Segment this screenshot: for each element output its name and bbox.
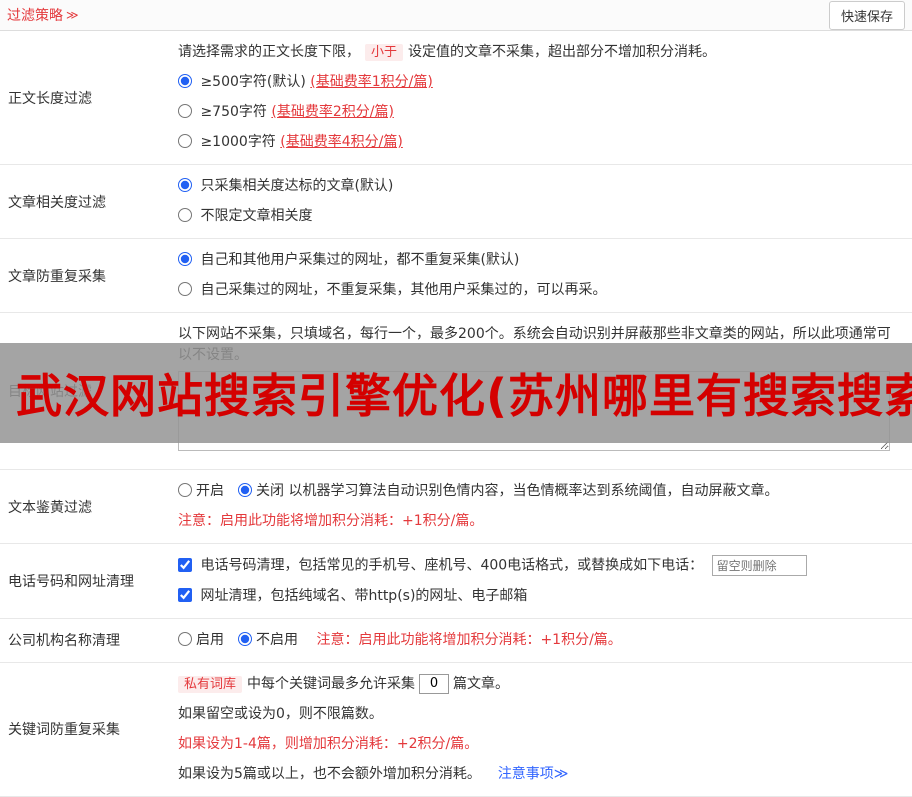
radio-500-chars[interactable] <box>178 74 192 88</box>
chevron-expand-icon[interactable]: ≫ <box>66 8 79 22</box>
relevance-option-strict[interactable]: 只采集相关度达标的文章(默认) <box>178 176 904 197</box>
porn-option-on[interactable]: 开启 <box>178 483 224 499</box>
row-relevance-filter: 文章相关度过滤 只采集相关度达标的文章(默认) 不限定文章相关度 <box>0 165 912 239</box>
rate-note-link[interactable]: (基础费率2积分/篇) <box>271 104 394 120</box>
dedup-option-all-users[interactable]: 自己和其他用户采集过的网址，都不重复采集(默认) <box>178 250 904 271</box>
relevance-filter-label: 文章相关度过滤 <box>0 165 178 238</box>
keyword-dedup-line4: 如果设为5篇或以上，也不会额外增加积分消耗。 注意事项≫ <box>178 764 904 785</box>
option-label: 自己采集过的网址，不重复采集，其他用户采集过的，可以再采。 <box>200 282 606 298</box>
length-option-1000[interactable]: ≥1000字符 (基础费率4积分/篇) <box>178 132 904 153</box>
company-cleanup-note: 注意：启用此功能将增加积分消耗：+1积分/篇。 <box>316 632 621 648</box>
row-length-filter: 正文长度过滤 请选择需求的正文长度下限， 小于设定值的文章不采集，超出部分不增加积… <box>0 31 912 165</box>
dedup-option-self-only[interactable]: 自己采集过的网址，不重复采集，其他用户采集过的，可以再采。 <box>178 280 904 301</box>
relevance-option-any[interactable]: 不限定文章相关度 <box>178 206 904 227</box>
porn-filter-options: 开启 关闭 以机器学习算法自动识别色情内容，当色情概率达到系统阈值，自动屏蔽文章。 <box>178 481 904 502</box>
radio-dedup-all-users[interactable] <box>178 252 192 266</box>
length-filter-desc: 请选择需求的正文长度下限， 小于设定值的文章不采集，超出部分不增加积分消耗。 <box>178 42 904 63</box>
option-label: 启用 <box>196 632 224 648</box>
rate-note-link[interactable]: (基础费率4积分/篇) <box>280 134 403 150</box>
radio-company-on[interactable] <box>178 632 192 646</box>
length-option-500[interactable]: ≥500字符(默认) (基础费率1积分/篇) <box>178 72 904 93</box>
rate-note-link[interactable]: (基础费率1积分/篇) <box>310 74 433 90</box>
option-label: 网址清理，包括纯域名、带http(s)的网址、电子邮箱 <box>200 588 527 604</box>
radio-dedup-self-only[interactable] <box>178 282 192 296</box>
max-articles-input[interactable] <box>419 674 449 694</box>
length-option-750[interactable]: ≥750字符 (基础费率2积分/篇) <box>178 102 904 123</box>
line1-end: 篇文章。 <box>453 676 509 692</box>
line1-mid: 中每个关键词最多允许采集 <box>247 676 415 692</box>
option-label: 只采集相关度达标的文章(默认) <box>200 178 393 194</box>
row-company-cleanup: 公司机构名称清理 启用 不启用 注意：启用此功能将增加积分消耗：+1积分/篇。 <box>0 619 912 663</box>
page-title[interactable]: 过滤策略 ≫ <box>7 5 79 25</box>
replacement-phone-input[interactable] <box>712 555 807 576</box>
keyword-dedup-line1: 私有词库中每个关键词最多允许采集 篇文章。 <box>178 674 904 695</box>
less-than-tag: 小于 <box>365 44 403 61</box>
row-porn-filter: 文本鉴黄过滤 开启 关闭 以机器学习算法自动识别色情内容，当色情概率达到系统阈值，… <box>0 470 912 544</box>
site-filter-desc: 以下网站不采集，只填域名，每行一个，最多200个。系统会自动识别并屏蔽那些非文章… <box>178 324 904 366</box>
dedup-filter-label: 文章防重复采集 <box>0 239 178 312</box>
company-cleanup-options: 启用 不启用 注意：启用此功能将增加积分消耗：+1积分/篇。 <box>178 630 904 651</box>
radio-company-off[interactable] <box>238 632 252 646</box>
option-label: 开启 <box>196 483 224 499</box>
checkbox-phone-cleanup[interactable] <box>178 558 192 572</box>
keyword-dedup-line2: 如果留空或设为0，则不限篇数。 <box>178 704 904 725</box>
desc-pre: 请选择需求的正文长度下限， <box>178 44 360 60</box>
keyword-dedup-label: 关键词防重复采集 <box>0 663 178 796</box>
option-label: 不限定文章相关度 <box>200 208 312 224</box>
porn-option-off[interactable]: 关闭 <box>238 483 284 499</box>
option-label: ≥500字符(默认) <box>200 74 310 90</box>
option-label: ≥1000字符 <box>200 134 280 150</box>
row-phone-url-cleanup: 电话号码和网址清理 电话号码清理，包括常见的手机号、座机号、400电话格式，或替… <box>0 544 912 619</box>
option-label: 电话号码清理，包括常见的手机号、座机号、400电话格式，或替换成如下电话： <box>200 558 703 574</box>
radio-750-chars[interactable] <box>178 104 192 118</box>
radio-porn-off[interactable] <box>238 483 252 497</box>
desc-post: 设定值的文章不采集，超出部分不增加积分消耗。 <box>408 44 716 60</box>
row-site-filter: 目标网站过滤 以下网站不采集，只填域名，每行一个，最多200个。系统会自动识别并… <box>0 313 912 470</box>
radio-relevance-any[interactable] <box>178 208 192 222</box>
porn-filter-desc: 以机器学习算法自动识别色情内容，当色情概率达到系统阈值，自动屏蔽文章。 <box>288 483 778 499</box>
porn-filter-label: 文本鉴黄过滤 <box>0 470 178 543</box>
company-option-on[interactable]: 启用 <box>178 632 224 648</box>
radio-relevance-strict[interactable] <box>178 178 192 192</box>
top-toolbar: 过滤策略 ≫ 快速保存 <box>0 0 912 31</box>
quick-save-button[interactable]: 快速保存 <box>829 1 905 30</box>
url-cleanup-option[interactable]: 网址清理，包括纯域名、带http(s)的网址、电子邮箱 <box>178 586 904 607</box>
page-title-text: 过滤策略 <box>7 5 63 25</box>
radio-porn-on[interactable] <box>178 483 192 497</box>
option-label: 关闭 <box>256 483 284 499</box>
company-cleanup-label: 公司机构名称清理 <box>0 619 178 662</box>
option-label: ≥750字符 <box>200 104 271 120</box>
porn-filter-note: 注意：启用此功能将增加积分消耗：+1积分/篇。 <box>178 511 904 532</box>
keyword-dedup-line3: 如果设为1-4篇，则增加积分消耗：+2积分/篇。 <box>178 734 904 755</box>
option-label: 自己和其他用户采集过的网址，都不重复采集(默认) <box>200 252 519 268</box>
company-option-off[interactable]: 不启用 <box>238 632 298 648</box>
checkbox-url-cleanup[interactable] <box>178 588 192 602</box>
radio-1000-chars[interactable] <box>178 134 192 148</box>
phone-cleanup-option[interactable]: 电话号码清理，包括常见的手机号、座机号、400电话格式，或替换成如下电话： <box>178 555 904 577</box>
row-dedup-filter: 文章防重复采集 自己和其他用户采集过的网址，都不重复采集(默认) 自己采集过的网… <box>0 239 912 313</box>
site-filter-label: 目标网站过滤 <box>0 313 178 469</box>
option-label: 不启用 <box>256 632 298 648</box>
private-lexicon-tag: 私有词库 <box>178 676 242 693</box>
length-filter-label: 正文长度过滤 <box>0 31 178 164</box>
row-keyword-dedup: 关键词防重复采集 私有词库中每个关键词最多允许采集 篇文章。 如果留空或设为0，则… <box>0 663 912 797</box>
phone-cleanup-label: 电话号码和网址清理 <box>0 544 178 618</box>
blocked-sites-textarea[interactable] <box>178 371 890 451</box>
